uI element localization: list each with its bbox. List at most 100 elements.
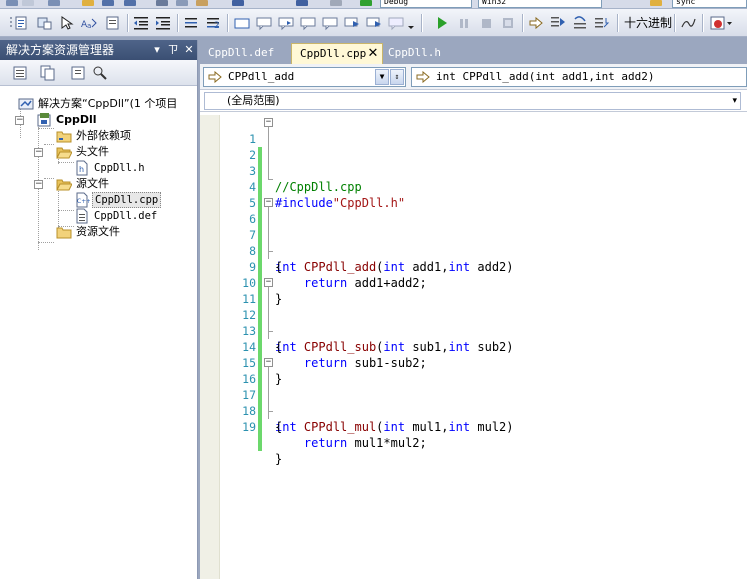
comment-lines-icon[interactable] (183, 15, 199, 31)
restart-icon[interactable] (500, 15, 516, 31)
continue-icon[interactable] (434, 15, 450, 31)
undo-icon[interactable] (232, 0, 244, 6)
code-line[interactable]: 18 return mul1*mul2; (220, 387, 747, 450)
new-project-icon[interactable] (6, 0, 18, 6)
tree-item-resource-files[interactable]: 资源文件 (0, 224, 197, 240)
show-next-statement-icon[interactable] (528, 15, 544, 31)
collapse-icon[interactable]: − (34, 180, 43, 189)
open-folder-icon[interactable] (82, 0, 94, 6)
window-position-dropdown-icon[interactable]: ▾ (150, 43, 164, 57)
collapse-icon[interactable]: − (15, 116, 24, 125)
selection-margin[interactable] (200, 115, 220, 579)
solution-config-combo[interactable]: Debug (380, 0, 472, 8)
chevron-down-icon[interactable]: ▾ (732, 93, 737, 109)
break-all-icon[interactable] (456, 15, 472, 31)
code-line[interactable]: 11 − int CPPdll_sub(int sub1,int sub2) (220, 275, 747, 355)
collapse-region-icon[interactable]: − (264, 278, 273, 287)
code-line[interactable]: 17 { (220, 371, 747, 434)
toggle-bookmark-icon[interactable] (234, 15, 250, 31)
save-all-icon[interactable] (124, 0, 136, 6)
cut-icon[interactable] (156, 0, 168, 6)
tree-item-header-file[interactable]: h CppDll.h (0, 160, 197, 176)
decrease-indent-icon[interactable] (133, 15, 149, 31)
properties-icon[interactable] (12, 65, 28, 81)
code-line[interactable]: 19 } (220, 403, 747, 466)
code-line[interactable]: 15 (220, 339, 747, 387)
close-panel-icon[interactable]: ✕ (182, 43, 196, 57)
tree-item-header-files[interactable]: − 头文件 (0, 144, 197, 160)
complete-word-icon[interactable] (104, 15, 120, 31)
line-number: 19 (242, 420, 256, 434)
previous-bookmark-document-icon[interactable] (344, 15, 360, 31)
code-line[interactable]: 3 #include"CppDll.h" (220, 147, 747, 210)
class-view-icon[interactable] (92, 65, 108, 81)
collapse-region-icon[interactable]: − (264, 358, 273, 367)
tree-item-project[interactable]: − CppDll (0, 112, 197, 128)
members-combo[interactable]: int CPPdll_add(int add1,int add2) (411, 67, 747, 87)
previous-bookmark-folder-icon[interactable] (300, 15, 316, 31)
parameter-info-icon[interactable] (37, 15, 53, 31)
save-icon[interactable] (102, 0, 114, 6)
uncomment-lines-icon[interactable]: 2 (205, 15, 221, 31)
stop-debugging-icon[interactable] (478, 15, 494, 31)
thread-icon[interactable] (680, 15, 696, 31)
previous-bookmark-icon[interactable] (256, 15, 272, 31)
auto-hide-pin-icon[interactable]: ㄗ (166, 43, 180, 57)
code-line[interactable]: 7 { (220, 211, 747, 274)
word-completion-icon[interactable]: Aa (81, 15, 97, 31)
quick-info-icon[interactable] (59, 15, 75, 31)
clear-bookmarks-icon[interactable] (388, 15, 404, 31)
code-line[interactable]: 6 − int CPPdll_add(int add1,int add2) (220, 195, 747, 275)
refresh-icon[interactable] (70, 65, 86, 81)
paste-icon[interactable] (196, 0, 208, 6)
code-editor[interactable]: 1 − //CppDll.cpp 2 3 #include"CppDll.h" … (200, 115, 747, 579)
next-bookmark-document-icon[interactable] (366, 15, 382, 31)
new-file-icon[interactable] (48, 0, 60, 6)
tab-cppdll-h[interactable]: CppDll.h (380, 43, 449, 64)
code-line[interactable]: 13 return sub1-sub2; (220, 307, 747, 370)
redo-icon[interactable] (296, 0, 308, 6)
collapse-region-icon[interactable]: − (264, 118, 273, 127)
code-line[interactable]: 4 (220, 163, 747, 211)
tree-item-source-files[interactable]: − 源文件 (0, 176, 197, 192)
step-over-icon[interactable] (572, 15, 588, 31)
tree-item-source-file-def[interactable]: CppDll.def (0, 208, 197, 224)
display-object-member-icon[interactable] (14, 15, 30, 31)
tab-cppdll-def[interactable]: CppDll.def (200, 43, 282, 64)
hexadecimal-display-button[interactable]: 十六进制 (624, 16, 672, 30)
code-line[interactable]: 14 } (220, 323, 747, 386)
code-line[interactable]: 9 } (220, 243, 747, 306)
code-line[interactable]: 10 (220, 259, 747, 307)
types-combo[interactable]: CPPdll_add ▼ ⇕ (203, 67, 406, 87)
code-line[interactable]: 2 (220, 131, 747, 179)
add-item-icon[interactable] (22, 0, 34, 6)
toolbar-overflow-icon[interactable] (406, 15, 416, 31)
copy-icon[interactable] (176, 0, 188, 6)
tree-item-external-dependencies[interactable]: 外部依赖项 (0, 128, 197, 144)
tree-item-solution[interactable]: 解决方案“CppDll”(1 个项目 (0, 96, 197, 112)
code-line[interactable]: 8 return add1+add2; (220, 227, 747, 290)
find-in-files-icon[interactable] (650, 0, 662, 6)
chevron-down-icon[interactable]: ▼ (375, 69, 389, 85)
next-bookmark-folder-icon[interactable] (322, 15, 338, 31)
navigate-icon[interactable] (330, 0, 342, 6)
tree-item-source-file-cpp[interactable]: C++ CppDll.cpp (0, 192, 197, 208)
increase-indent-icon[interactable] (155, 15, 171, 31)
next-bookmark-icon[interactable] (278, 15, 294, 31)
code-line[interactable]: 16 − int CPPdll_mul(int mul1,int mul2) (220, 355, 747, 435)
close-tab-icon[interactable]: ✕ (366, 47, 380, 61)
code-line[interactable]: 5 (220, 179, 747, 227)
step-into-icon[interactable] (550, 15, 566, 31)
collapse-icon[interactable]: − (34, 148, 43, 157)
collapse-region-icon[interactable]: − (264, 198, 273, 207)
start-debug-icon[interactable] (360, 0, 372, 6)
scope-combo[interactable]: (全局范围) ▾ (204, 92, 741, 110)
code-line[interactable]: 1 − //CppDll.cpp (220, 115, 747, 195)
show-all-files-icon[interactable] (40, 65, 56, 81)
split-toggle-icon[interactable]: ⇕ (390, 69, 404, 85)
find-combo[interactable]: sync (672, 0, 747, 8)
breakpoints-window-icon[interactable] (710, 15, 734, 31)
code-line[interactable]: 12 { (220, 291, 747, 354)
step-out-icon[interactable] (594, 15, 610, 31)
solution-platform-combo[interactable]: Win32 (478, 0, 602, 8)
